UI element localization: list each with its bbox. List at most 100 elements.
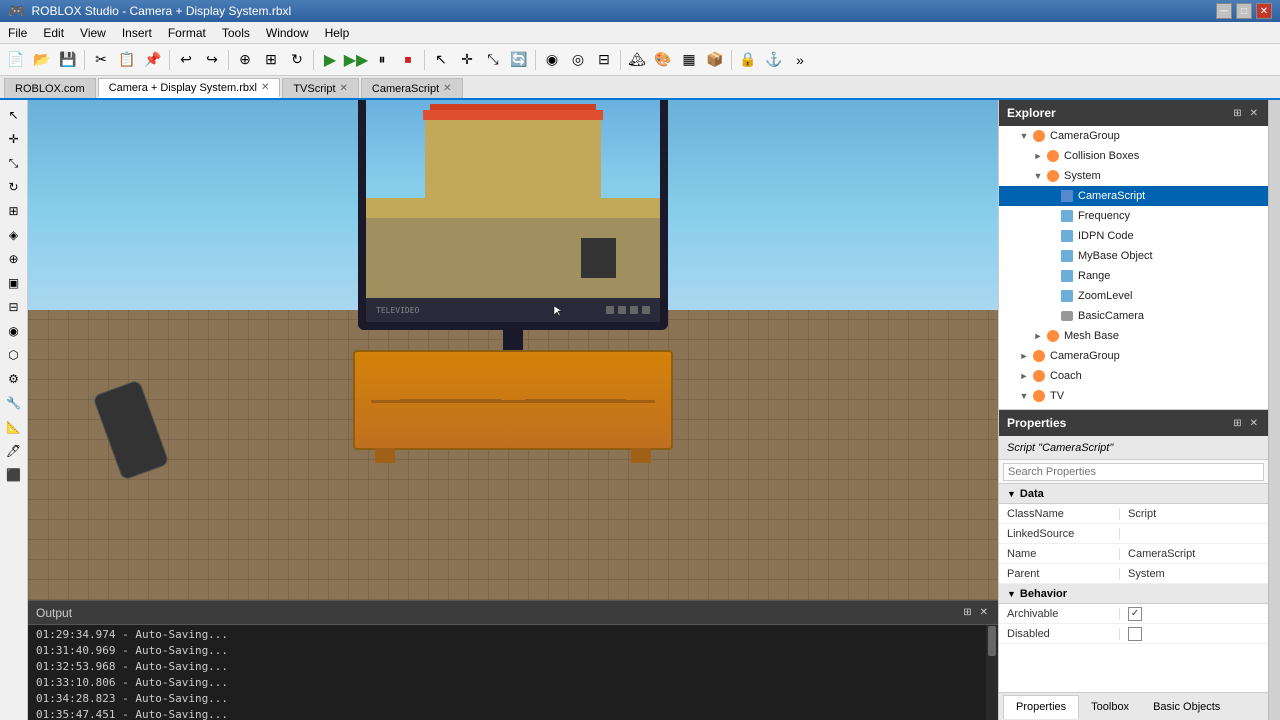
- menu-insert[interactable]: Insert: [114, 22, 160, 43]
- sidebar-tool11[interactable]: ⬡: [3, 344, 25, 366]
- model-button[interactable]: 📦: [703, 48, 727, 72]
- select-button[interactable]: ↖: [429, 48, 453, 72]
- paste-button[interactable]: 📌: [141, 48, 165, 72]
- separate-button[interactable]: ⊟: [592, 48, 616, 72]
- screen-roof: [423, 110, 603, 120]
- menu-edit[interactable]: Edit: [35, 22, 72, 43]
- output-scroll-thumb[interactable]: [988, 626, 996, 656]
- sidebar-tool10[interactable]: ◉: [3, 320, 25, 342]
- tree-item-collision-boxes[interactable]: ► Collision Boxes: [999, 146, 1268, 166]
- tree-item-basiccamera[interactable]: BasicCamera: [999, 306, 1268, 326]
- open-button[interactable]: 📂: [30, 48, 54, 72]
- tree-item-cameragroup2[interactable]: ► CameraGroup: [999, 346, 1268, 366]
- viewport-canvas[interactable]: TELEVIDEO: [28, 100, 998, 600]
- properties-close-button[interactable]: ✕: [1248, 416, 1260, 431]
- bottom-tab-toolbox[interactable]: Toolbox: [1079, 695, 1141, 719]
- menu-file[interactable]: File: [0, 22, 35, 43]
- prop-value-archivable[interactable]: [1120, 607, 1268, 621]
- bottom-tab-properties[interactable]: Properties: [1003, 695, 1079, 719]
- tree-item-system[interactable]: ▼ System: [999, 166, 1268, 186]
- tree-item-zoomlevel[interactable]: ZoomLevel: [999, 286, 1268, 306]
- play-button[interactable]: ▶: [318, 48, 342, 72]
- sidebar-tool13[interactable]: 🔧: [3, 392, 25, 414]
- sidebar-tool14[interactable]: 📐: [3, 416, 25, 438]
- sidebar-tool15[interactable]: 🖊: [3, 440, 25, 462]
- sidebar-tool6[interactable]: ◈: [3, 224, 25, 246]
- tab-display-system-label: Camera + Display System.rbxl: [109, 82, 257, 94]
- prop-value-disabled[interactable]: [1120, 627, 1268, 641]
- sidebar-select-tool[interactable]: ↖: [3, 104, 25, 126]
- undo-button[interactable]: ↩: [174, 48, 198, 72]
- prop-section-behavior[interactable]: ▼ Behavior: [999, 584, 1268, 604]
- negate-button[interactable]: ◎: [566, 48, 590, 72]
- menu-tools[interactable]: Tools: [214, 22, 258, 43]
- transform-button[interactable]: ✛: [455, 48, 479, 72]
- playclient-button[interactable]: ▶▶: [344, 48, 368, 72]
- copy-button[interactable]: 📋: [115, 48, 139, 72]
- prop-section-data[interactable]: ▼ Data: [999, 484, 1268, 504]
- tree-item-coach[interactable]: ► Coach: [999, 366, 1268, 386]
- explorer-close-button[interactable]: ✕: [1248, 106, 1260, 121]
- menu-view[interactable]: View: [72, 22, 114, 43]
- save-button[interactable]: 💾: [56, 48, 80, 72]
- scale-button[interactable]: ⊞: [259, 48, 283, 72]
- sidebar-tool12[interactable]: ⚙: [3, 368, 25, 390]
- tab-camerascript-close[interactable]: ✕: [443, 83, 451, 94]
- explorer-popout-button[interactable]: ⊞: [1231, 106, 1243, 121]
- anchor-button[interactable]: ⚓: [762, 48, 786, 72]
- output-popout-button[interactable]: ⊞: [961, 605, 973, 620]
- tree-item-mesh-base[interactable]: ► Mesh Base: [999, 326, 1268, 346]
- sidebar-tool5[interactable]: ⊞: [3, 200, 25, 222]
- sidebar-move-tool[interactable]: ✛: [3, 128, 25, 150]
- tree-item-frequency[interactable]: Frequency: [999, 206, 1268, 226]
- menu-help[interactable]: Help: [317, 22, 358, 43]
- lock-button[interactable]: 🔒: [736, 48, 760, 72]
- properties-search-input[interactable]: [1003, 463, 1264, 481]
- tree-item-mybase-object[interactable]: MyBase Object: [999, 246, 1268, 266]
- sidebar-tool9[interactable]: ⊟: [3, 296, 25, 318]
- tab-camerascript[interactable]: CameraScript ✕: [361, 78, 463, 98]
- tree-item-cameragroup-root[interactable]: ▼ CameraGroup: [999, 126, 1268, 146]
- properties-popout-button[interactable]: ⊞: [1231, 416, 1243, 431]
- rotate-button[interactable]: ↻: [285, 48, 309, 72]
- resize-button[interactable]: ⤡: [481, 48, 505, 72]
- redo-button[interactable]: ↪: [200, 48, 224, 72]
- more-button[interactable]: »: [788, 48, 812, 72]
- tab-tvscript[interactable]: TVScript ✕: [282, 78, 359, 98]
- sidebar-rotate-tool[interactable]: ↻: [3, 176, 25, 198]
- tab-tvscript-close[interactable]: ✕: [340, 83, 348, 94]
- union-button[interactable]: ◉: [540, 48, 564, 72]
- sidebar-tool7[interactable]: ⊕: [3, 248, 25, 270]
- minimize-button[interactable]: ─: [1216, 3, 1232, 19]
- archivable-checkbox[interactable]: [1128, 607, 1142, 621]
- snap-button[interactable]: 🔄: [507, 48, 531, 72]
- pause-button[interactable]: ⏸: [370, 48, 394, 72]
- terrain-button[interactable]: 🏔: [625, 48, 649, 72]
- cut-button[interactable]: ✂: [89, 48, 113, 72]
- sidebar-scale-tool[interactable]: ⤡: [3, 152, 25, 174]
- output-close-button[interactable]: ✕: [978, 605, 990, 620]
- move-button[interactable]: ⊕: [233, 48, 257, 72]
- tree-item-tv[interactable]: ▼ TV: [999, 386, 1268, 406]
- tree-item-camerascript[interactable]: CameraScript: [999, 186, 1268, 206]
- tab-display-system-close[interactable]: ✕: [261, 82, 269, 93]
- sidebar-tool8[interactable]: ▣: [3, 272, 25, 294]
- maximize-button[interactable]: □: [1236, 3, 1252, 19]
- menu-format[interactable]: Format: [160, 22, 214, 43]
- bottom-tab-basic-objects[interactable]: Basic Objects: [1141, 695, 1232, 719]
- menu-window[interactable]: Window: [258, 22, 317, 43]
- surface-button[interactable]: ▦: [677, 48, 701, 72]
- close-button[interactable]: ✕: [1256, 3, 1272, 19]
- tab-display-system[interactable]: Camera + Display System.rbxl ✕: [98, 78, 281, 98]
- stop-button[interactable]: ⏹: [396, 48, 420, 72]
- sidebar-tool16[interactable]: ⬛: [3, 464, 25, 486]
- tree-item-idpn-code[interactable]: IDPN Code: [999, 226, 1268, 246]
- viewport[interactable]: TELEVIDEO: [28, 100, 998, 600]
- window-title: ROBLOX Studio - Camera + Display System.…: [31, 4, 291, 18]
- output-scrollbar[interactable]: [986, 625, 998, 720]
- new-button[interactable]: 📄: [4, 48, 28, 72]
- tree-item-range[interactable]: Range: [999, 266, 1268, 286]
- tab-robloxcom[interactable]: ROBLOX.com: [4, 78, 96, 98]
- material-button[interactable]: 🎨: [651, 48, 675, 72]
- disabled-checkbox[interactable]: [1128, 627, 1142, 641]
